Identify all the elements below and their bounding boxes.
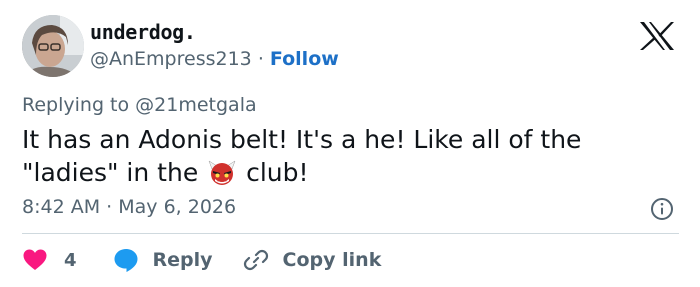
tweet-line-2-end: club!: [246, 158, 309, 187]
info-icon[interactable]: [650, 197, 674, 221]
separator-dot: ·: [257, 48, 264, 70]
reply-label: Reply: [152, 249, 213, 271]
timestamp-row[interactable]: 8:42 AM · May 6, 2026: [22, 196, 236, 218]
user-handle[interactable]: @AnEmpress213: [90, 48, 252, 70]
timestamp-time: 8:42 AM: [22, 196, 101, 218]
replying-to-label: Replying to: [22, 94, 130, 116]
action-bar: 4 Reply Copy link: [22, 244, 381, 276]
like-count: 4: [64, 249, 77, 271]
x-logo-icon[interactable]: [637, 21, 677, 51]
ogre-face-icon: [208, 160, 236, 185]
display-name[interactable]: underdog.: [90, 20, 196, 44]
reply-button[interactable]: Reply: [113, 247, 213, 273]
timestamp-date: May 6, 2026: [118, 196, 237, 218]
tweet-card: underdog. @AnEmpress213 · Follow Replyin…: [0, 0, 700, 287]
tweet-text: It has an Adonis belt! It's a he! Like a…: [22, 123, 682, 189]
like-button[interactable]: 4: [22, 248, 77, 272]
tweet-line-2: "ladies" in the club!: [22, 156, 682, 189]
avatar-photo: [22, 15, 84, 77]
copy-link-label: Copy link: [282, 249, 382, 271]
reply-bubble-icon: [114, 249, 138, 272]
avatar[interactable]: [22, 15, 84, 77]
copy-link-button[interactable]: Copy link: [243, 247, 382, 273]
handle-row: @AnEmpress213 · Follow: [90, 48, 339, 70]
timestamp-separator: ·: [106, 196, 113, 218]
divider: [22, 233, 679, 234]
replying-to-handle[interactable]: @21metgala: [135, 94, 256, 116]
follow-button[interactable]: Follow: [270, 48, 339, 70]
link-icon: [243, 249, 268, 271]
heart-icon: [23, 249, 47, 270]
replying-to-line: Replying to @21metgala: [22, 94, 257, 116]
tweet-line-2-start: "ladies" in the: [22, 158, 199, 187]
tweet-line-1: It has an Adonis belt! It's a he! Like a…: [22, 125, 582, 154]
